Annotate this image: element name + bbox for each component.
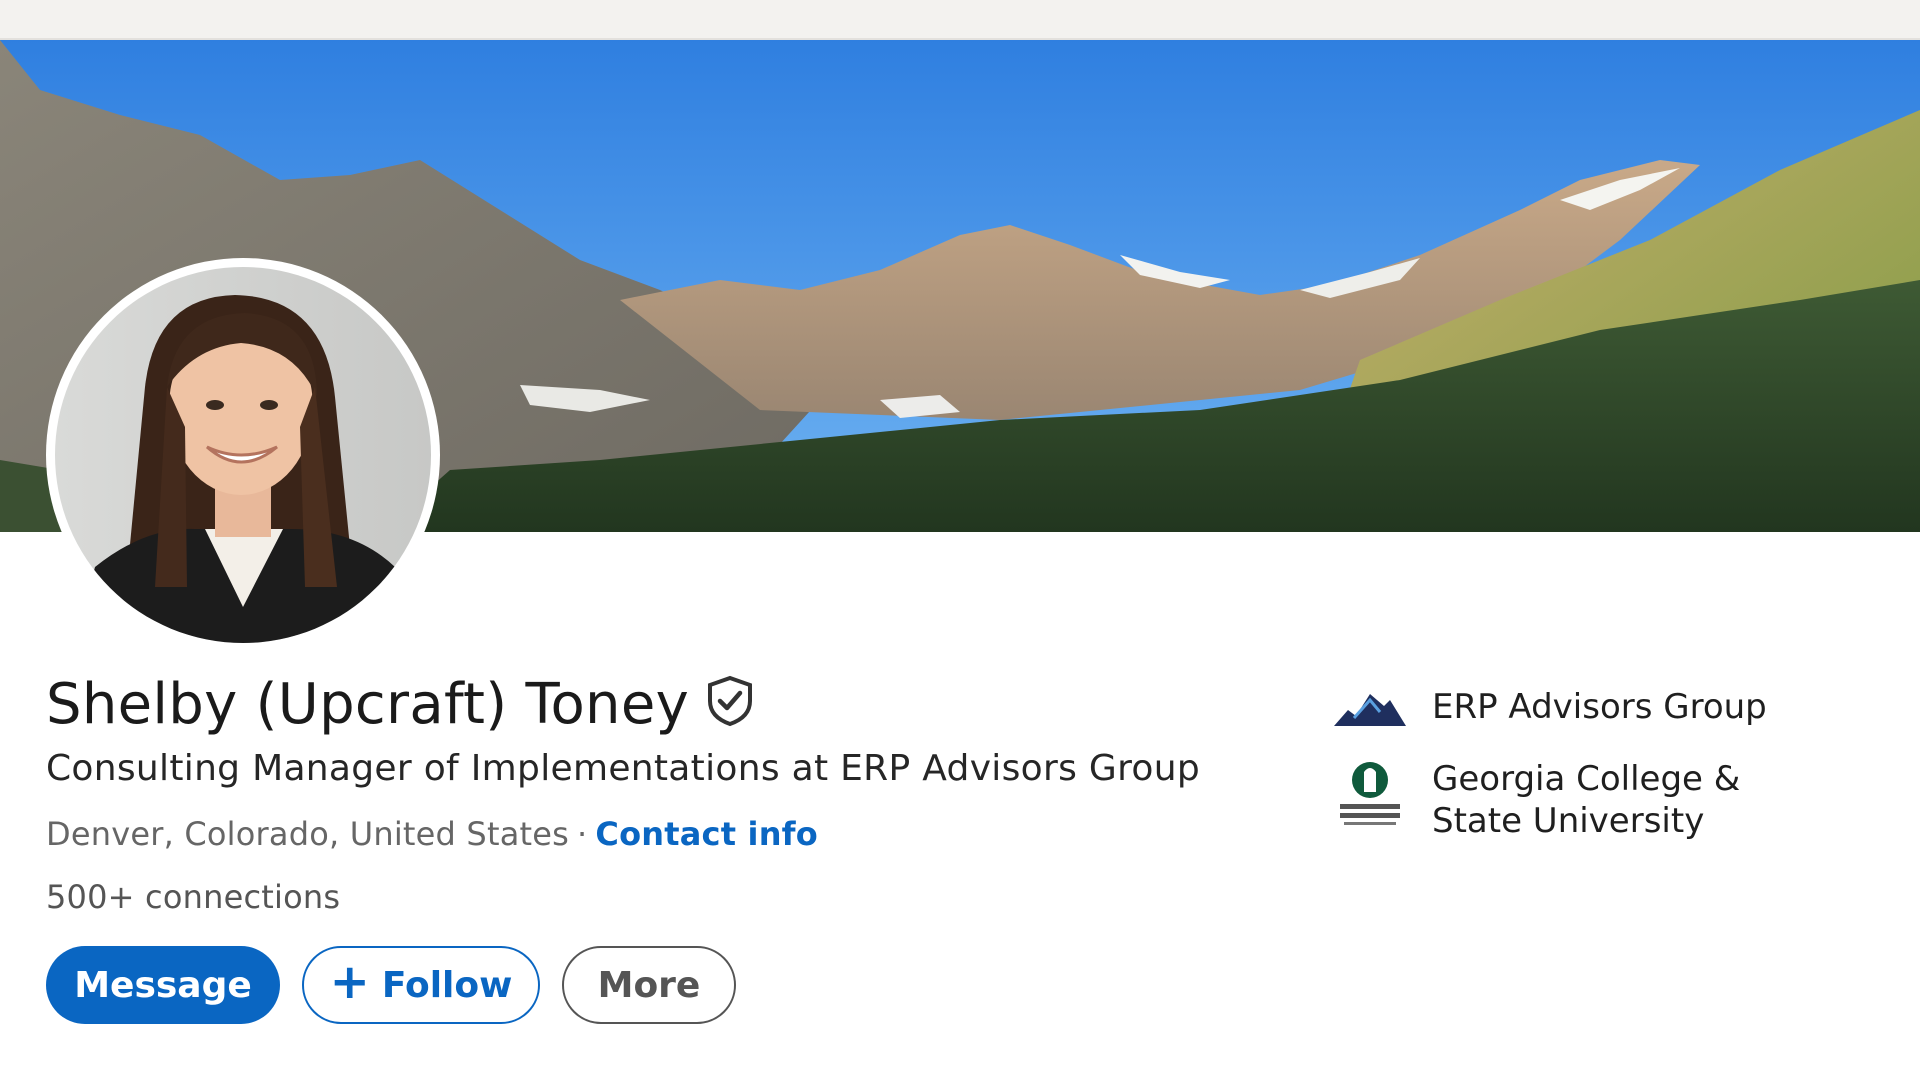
more-button[interactable]: More (562, 946, 736, 1024)
browser-top-strip (0, 0, 1920, 40)
profile-avatar[interactable] (46, 258, 440, 652)
school-name: Georgia College & State University (1432, 759, 1741, 841)
avatar-photo (55, 267, 431, 643)
current-company[interactable]: ERP Advisors Group (1334, 686, 1894, 728)
plus-icon: + (329, 954, 370, 1010)
profile-actions: Message + Follow More (46, 946, 736, 1024)
profile-name: Shelby (Upcraft) Toney (46, 672, 690, 737)
erp-advisors-logo (1334, 694, 1406, 726)
contact-info-link[interactable]: Contact info (595, 815, 818, 853)
profile-name-row: Shelby (Upcraft) Toney (46, 672, 755, 737)
message-button[interactable]: Message (46, 946, 280, 1024)
profile-side-panel: ERP Advisors Group Georgia College & Sta… (1334, 686, 1894, 872)
profile-location-row: Denver, Colorado, United States · Contact … (46, 815, 818, 853)
georgia-college-logo (1340, 762, 1400, 825)
profile-location: Denver, Colorado, United States (46, 815, 570, 853)
follow-button[interactable]: + Follow (302, 946, 540, 1024)
education-school[interactable]: Georgia College & State University (1334, 758, 1894, 842)
company-name: ERP Advisors Group (1432, 687, 1767, 727)
follow-label: Follow (381, 964, 513, 1006)
connections-count[interactable]: 500+ connections (46, 878, 340, 916)
verified-shield-icon[interactable] (705, 675, 755, 727)
location-separator: · (577, 815, 588, 853)
profile-headline: Consulting Manager of Implementations at… (46, 748, 1200, 789)
